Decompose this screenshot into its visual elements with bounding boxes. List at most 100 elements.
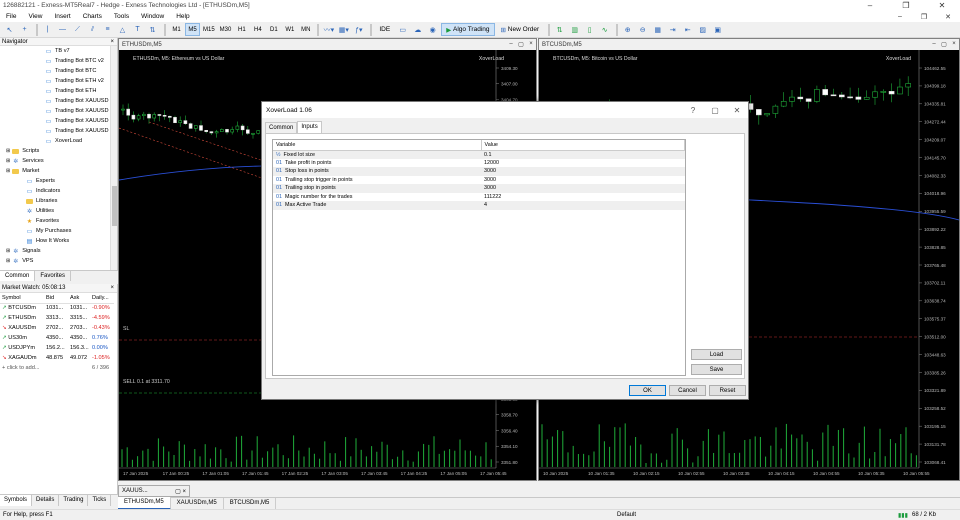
minimize-icon[interactable]: – [852, 0, 888, 11]
fibonacci-icon[interactable]: ≡ [101, 23, 114, 36]
ide-button[interactable]: IDE [375, 23, 394, 36]
chart-tab[interactable]: BTCUSDm,M5 [224, 498, 277, 509]
navigator-item[interactable]: ▭ Trading Bot BTC [0, 66, 117, 76]
algo-trading-button[interactable]: ▶ Algo Trading [441, 23, 495, 36]
chart-shift-icon[interactable]: ⇤ [681, 23, 694, 36]
reset-button[interactable]: Reset [709, 385, 746, 396]
text-icon[interactable]: T [131, 23, 144, 36]
symbol-cell[interactable]: ↗ BTCUSDm [0, 303, 44, 313]
signals-icon[interactable]: ◉ [426, 23, 439, 36]
navigator-item[interactable]: ⊞ ✲ Signals [0, 246, 117, 256]
autoscroll-icon[interactable]: ⇥ [666, 23, 679, 36]
navigator-item[interactable]: ▭ XoverLoad [0, 136, 117, 146]
tab-common[interactable]: Common [0, 271, 36, 281]
navigator-item[interactable]: ▭ Trading Bot XAUUSD v [0, 116, 117, 126]
parameter-row[interactable]: 01 Trailing stop trigger in points 3000 [273, 176, 685, 185]
parameter-value[interactable]: 3000 [481, 176, 685, 185]
table-row[interactable]: ↗ BTCUSDm 1031... 1031... -0.90% [0, 303, 114, 313]
line-chart-icon[interactable]: ∿ [598, 23, 611, 36]
menu-item-view[interactable]: View [22, 13, 48, 20]
expand-icon[interactable]: ⊞ [6, 158, 10, 164]
navigator-scrollbar[interactable] [110, 46, 117, 270]
timeframe-m15[interactable]: M15 [201, 23, 217, 36]
tab-favorites[interactable]: Favorites [35, 271, 72, 281]
window-controls-icon[interactable]: ▢ × [175, 488, 186, 495]
table-row[interactable]: ↗ USDJPYm 156.2... 156.3... 0.00% [0, 343, 114, 353]
symbol-cell[interactable]: ↗ US30m [0, 333, 44, 343]
navigator-item[interactable]: ▭ Trading Bot ETH [0, 86, 117, 96]
expand-icon[interactable]: ⊞ [6, 258, 10, 264]
parameter-row[interactable]: 01 Trailing stop in points 3000 [273, 184, 685, 193]
table-row[interactable]: ↗ US30m 4350... 4350... 0.76% [0, 333, 114, 343]
navigator-item[interactable]: ▭ Trading Bot XAUUSD v [0, 96, 117, 106]
column-header[interactable]: Bid [44, 293, 68, 304]
timeframe-mn[interactable]: MN [298, 23, 313, 36]
template-icon[interactable]: ▦▾ [337, 23, 350, 36]
navigator-item[interactable]: ▭ Indicators [0, 186, 117, 196]
timeframe-h1[interactable]: H1 [234, 23, 249, 36]
trendline-icon[interactable]: ⟋ [71, 23, 84, 36]
add-symbol-row[interactable]: + click to add... 6 / 396 [0, 363, 114, 373]
ok-button[interactable]: OK [629, 385, 666, 396]
column-header[interactable]: Variable [273, 140, 482, 151]
minimize-icon[interactable]: – [929, 41, 939, 48]
column-header[interactable]: Daily... [90, 293, 114, 304]
maximize-icon[interactable]: ❐ [888, 0, 924, 11]
navigator-item[interactable]: ▭ Trading Bot XAUUSD [0, 126, 117, 136]
cancel-button[interactable]: Cancel [669, 385, 706, 396]
navigator-item[interactable]: ⊞ ✲ Services [0, 156, 117, 166]
parameter-value[interactable]: 4 [481, 201, 685, 210]
table-row[interactable]: ↘ XAUUSDm 2702... 2703... -0.43% [0, 323, 114, 333]
menu-item-window[interactable]: Window [135, 13, 170, 20]
expand-icon[interactable]: ⊞ [6, 248, 10, 254]
navigator-item[interactable]: ⊞ Scripts [0, 146, 117, 156]
timeframe-m1[interactable]: M1 [169, 23, 184, 36]
column-header[interactable]: Value [481, 140, 685, 151]
close-icon[interactable]: × [949, 41, 959, 48]
tab-trading[interactable]: Trading [59, 495, 89, 506]
navigator-item[interactable]: ⊞ Market [0, 166, 117, 176]
depth-of-market-icon[interactable]: ⇅ [553, 23, 566, 36]
horizontal-line-icon[interactable]: — [56, 23, 69, 36]
close-icon[interactable]: ✕ [936, 13, 960, 21]
navigator-item[interactable]: ▭ Trading Bot BTC v2 [0, 56, 117, 66]
menu-item-help[interactable]: Help [170, 13, 195, 20]
minimized-chart-window[interactable]: XAUUS... ▢ × [118, 485, 190, 497]
load-button[interactable]: Load [691, 349, 742, 360]
scrollbar-thumb[interactable] [112, 186, 117, 226]
navigator-item[interactable]: ▭ Trading Bot ETH v2 [0, 76, 117, 86]
navigator-item[interactable]: ✲ Utilities [0, 206, 117, 216]
close-icon[interactable]: × [110, 39, 114, 45]
indicator-icon[interactable]: ƒ▾ [352, 23, 365, 36]
timeframe-h4[interactable]: H4 [250, 23, 265, 36]
tab-details[interactable]: Details [32, 495, 60, 506]
crosshair-icon[interactable]: + [18, 23, 31, 36]
screenshot-icon[interactable]: ▣ [711, 23, 724, 36]
new-order-button[interactable]: ⊞ New Order [497, 23, 544, 36]
navigator-item[interactable]: ▭ Experts [0, 176, 117, 186]
menu-item-tools[interactable]: Tools [108, 13, 135, 20]
menu-item-insert[interactable]: Insert [48, 13, 76, 20]
expand-icon[interactable]: ⊞ [6, 168, 10, 174]
navigator-item[interactable]: ▭ My Purchases [0, 226, 117, 236]
symbol-cell[interactable]: ↘ XAUUSDm [0, 323, 44, 333]
symbol-cell[interactable]: ↗ ETHUSDm [0, 313, 44, 323]
close-icon[interactable]: × [110, 285, 114, 291]
maximize-icon[interactable]: ▢ [939, 41, 949, 48]
expand-icon[interactable]: ⊞ [6, 148, 10, 154]
zoom-in-icon[interactable]: ⊕ [621, 23, 634, 36]
tab-ticks[interactable]: Ticks [88, 495, 112, 506]
close-icon[interactable]: ✕ [924, 0, 960, 11]
parameter-value[interactable]: 3000 [481, 167, 685, 176]
parameter-value[interactable]: 12000 [481, 159, 685, 168]
save-button[interactable]: Save [691, 364, 742, 375]
column-header[interactable]: Symbol [0, 293, 44, 304]
timeframe-m30[interactable]: M30 [218, 23, 234, 36]
parameter-value[interactable]: 0.1 [481, 150, 685, 159]
menu-item-file[interactable]: File [0, 13, 22, 20]
shapes-icon[interactable]: △ [116, 23, 129, 36]
tile-windows-icon[interactable]: ▦ [651, 23, 664, 36]
navigator-item[interactable]: Libraries [0, 196, 117, 206]
minimize-icon[interactable]: – [506, 41, 516, 48]
terminal-icon[interactable]: ▭ [396, 23, 409, 36]
